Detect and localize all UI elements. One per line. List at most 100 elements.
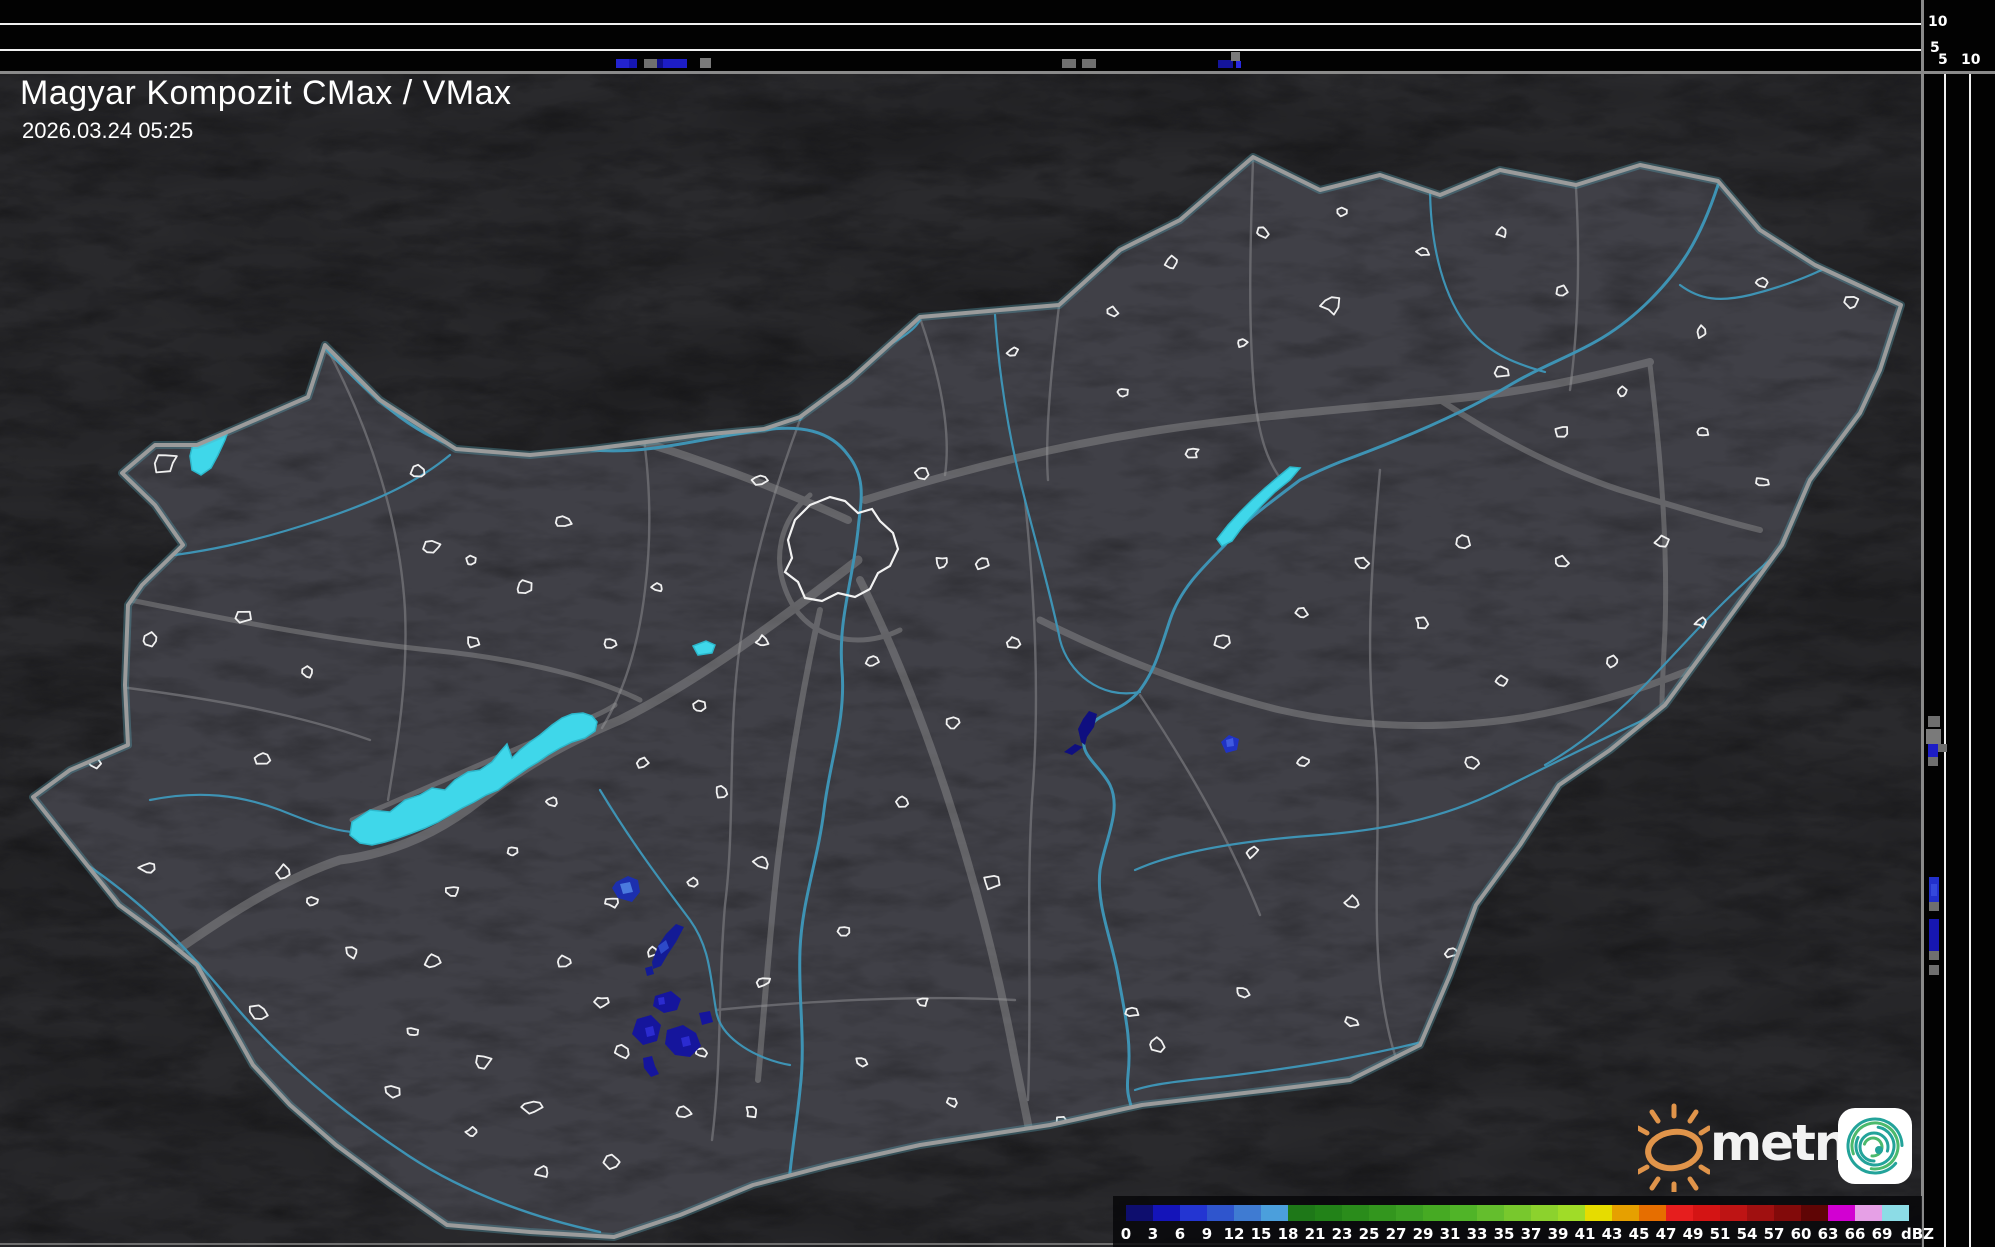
dbz-tick-label: 3 — [1147, 1225, 1159, 1243]
hungary-radar-map — [0, 0, 1995, 1247]
sun-icon — [1638, 1103, 1710, 1192]
metnet-logo: metnet — [1638, 1100, 1923, 1195]
dbz-tick-label: 9 — [1201, 1225, 1213, 1243]
dbz-segment — [1423, 1205, 1450, 1221]
dbz-tick-label: 35 — [1493, 1225, 1515, 1243]
projection-echo — [1928, 744, 1938, 757]
dbz-segment — [1261, 1205, 1288, 1221]
dbz-segment — [1396, 1205, 1423, 1221]
metnet-app-icon — [1838, 1108, 1912, 1184]
right-axis-label-5: 5 — [1938, 52, 1948, 68]
dbz-segment — [1720, 1205, 1747, 1221]
projection-echo — [1931, 884, 1937, 896]
dbz-unit-label: dBZ — [1901, 1225, 1935, 1243]
dbz-tick-label: 37 — [1520, 1225, 1542, 1243]
dbz-tick-label: 45 — [1628, 1225, 1650, 1243]
dbz-segment — [1666, 1205, 1693, 1221]
dbz-segment — [1504, 1205, 1531, 1221]
dbz-tick-label: 18 — [1277, 1225, 1299, 1243]
projection-echo — [629, 59, 637, 68]
dbz-segment — [1639, 1205, 1666, 1221]
projection-echo — [1929, 965, 1939, 975]
dbz-segment — [1747, 1205, 1774, 1221]
dbz-tick-label: 29 — [1412, 1225, 1434, 1243]
dbz-tick-label: 49 — [1682, 1225, 1704, 1243]
timestamp: 2026.03.24 05:25 — [22, 118, 194, 143]
dbz-tick-label: 12 — [1223, 1225, 1245, 1243]
dbz-tick-label: 25 — [1358, 1225, 1380, 1243]
projection-echo — [700, 58, 711, 68]
dbz-segment — [1585, 1205, 1612, 1221]
dbz-segment — [1801, 1205, 1828, 1221]
dbz-segment — [1693, 1205, 1720, 1221]
projection-echo — [1082, 59, 1096, 68]
projection-echo — [663, 59, 687, 68]
dbz-segment — [1882, 1205, 1909, 1221]
dbz-segment — [1126, 1205, 1153, 1221]
dbz-segment — [1180, 1205, 1207, 1221]
dbz-segment — [1153, 1205, 1180, 1221]
dbz-segment — [1855, 1205, 1882, 1221]
dbz-segment — [1612, 1205, 1639, 1221]
dbz-colorbar: 0 3 6 9 12 15 18 21 23 25 27 29 31 33 35 37 39 41 43 45 47 49… — [1113, 1196, 1934, 1247]
right-axis-label-10: 10 — [1961, 52, 1981, 68]
radar-composite-screen: Magyar Kompozit CMax / VMax 2026.03.24 0… — [0, 0, 1995, 1247]
dbz-tick-label: 41 — [1574, 1225, 1596, 1243]
dbz-tick-label: 43 — [1601, 1225, 1623, 1243]
dbz-colorbar-segments — [1126, 1205, 1909, 1221]
projection-echo — [1218, 60, 1233, 68]
dbz-segment — [1207, 1205, 1234, 1221]
dbz-segment — [1342, 1205, 1369, 1221]
dbz-tick-label: 33 — [1466, 1225, 1488, 1243]
dbz-segment — [1828, 1205, 1855, 1221]
projection-echo — [1928, 716, 1940, 727]
page-title: Magyar Kompozit CMax / VMax — [20, 74, 512, 112]
dbz-tick-label: 31 — [1439, 1225, 1461, 1243]
dbz-tick-label: 6 — [1174, 1225, 1186, 1243]
top-gridline-10km — [0, 23, 1922, 25]
dbz-tick-label: 39 — [1547, 1225, 1569, 1243]
projection-echo — [1231, 52, 1240, 61]
dbz-segment — [1477, 1205, 1504, 1221]
dbz-segment — [1450, 1205, 1477, 1221]
dbz-segment — [1234, 1205, 1261, 1221]
dbz-tick-label: 21 — [1304, 1225, 1326, 1243]
projection-echo — [1929, 902, 1939, 911]
dbz-tick-label: 51 — [1709, 1225, 1731, 1243]
projection-echo — [1938, 744, 1947, 752]
projection-echo — [616, 59, 629, 68]
right-frame-line — [1921, 0, 1924, 1247]
projection-echo — [1062, 59, 1076, 68]
radar-echo — [658, 997, 665, 1005]
dbz-tick-label: 66 — [1844, 1225, 1866, 1243]
dbz-segment — [1531, 1205, 1558, 1221]
dbz-tick-label: 63 — [1817, 1225, 1839, 1243]
projection-echo — [1929, 951, 1939, 960]
spiral-icon — [1846, 1117, 1904, 1175]
dbz-tick-label: 57 — [1763, 1225, 1785, 1243]
top-gridline-5km — [0, 49, 1922, 51]
right-gridline-10km — [1969, 74, 1971, 1247]
dbz-tick-label: 47 — [1655, 1225, 1677, 1243]
projection-echo — [1928, 757, 1938, 766]
dbz-tick-label: 60 — [1790, 1225, 1812, 1243]
dbz-segment — [1288, 1205, 1315, 1221]
dbz-tick-label: 15 — [1250, 1225, 1272, 1243]
top-projection-panel — [0, 0, 1922, 71]
projection-echo — [644, 59, 657, 68]
dbz-tick-label: 23 — [1331, 1225, 1353, 1243]
dbz-tick-label: 69 — [1871, 1225, 1893, 1243]
dbz-tick-label: 0 — [1120, 1225, 1132, 1243]
dbz-segment — [1369, 1205, 1396, 1221]
dbz-tick-label: 54 — [1736, 1225, 1758, 1243]
projection-echo — [1929, 919, 1939, 951]
right-gridline-5km — [1944, 74, 1946, 1247]
dbz-tick-label: 27 — [1385, 1225, 1407, 1243]
dbz-segment — [1558, 1205, 1585, 1221]
projection-echo — [1236, 61, 1241, 68]
projection-echo — [1926, 729, 1941, 744]
dbz-segment — [1774, 1205, 1801, 1221]
dbz-segment — [1315, 1205, 1342, 1221]
right-projection-panel — [1923, 0, 1995, 1247]
top-axis-label-10: 10 — [1928, 14, 1948, 30]
